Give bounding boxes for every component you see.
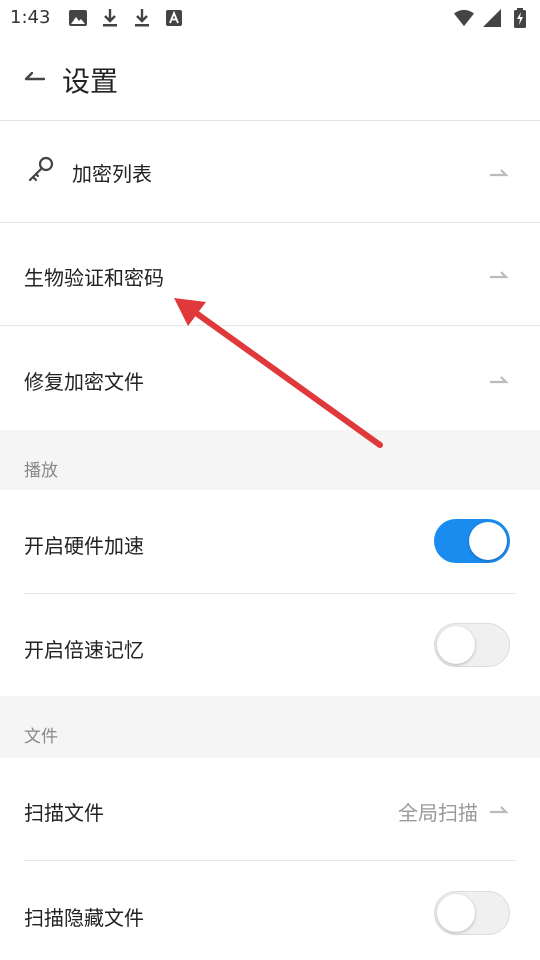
page-title: 设置	[62, 65, 119, 98]
back-arrow-icon	[24, 71, 46, 81]
list-item-hardware-acceleration[interactable]: 开启硬件加速	[0, 490, 540, 593]
system-icons	[454, 8, 530, 28]
app-bar: 设置	[0, 36, 540, 121]
section-title: 文件	[24, 727, 58, 747]
download-icon	[132, 8, 152, 28]
section-title: 播放	[24, 461, 58, 481]
row-label: 生物验证和密码	[24, 266, 164, 290]
files-group: 扫描文件 全局扫描 扫描隐藏文件	[0, 758, 540, 960]
chevron-right-icon	[488, 372, 510, 386]
toggle-knob	[469, 522, 507, 560]
font-icon	[164, 8, 184, 28]
section-header-playback: 播放	[0, 430, 540, 490]
status-bar: 1:43	[0, 0, 540, 36]
section-header-files: 文件	[0, 696, 540, 758]
list-item-encryption-list[interactable]: 加密列表	[0, 121, 540, 223]
back-button[interactable]	[20, 64, 50, 94]
list-item-speed-memory[interactable]: 开启倍速记忆	[0, 594, 540, 696]
hardware-acceleration-toggle[interactable]	[434, 519, 510, 563]
download-icon	[100, 8, 120, 28]
signal-icon	[482, 8, 502, 28]
row-label: 修复加密文件	[24, 370, 144, 394]
scan-mode-value: 全局扫描	[398, 801, 478, 825]
list-item-repair-encrypted[interactable]: 修复加密文件	[0, 326, 540, 430]
notification-icons	[68, 8, 184, 28]
row-label: 开启倍速记忆	[24, 638, 144, 662]
playback-group: 开启硬件加速 开启倍速记忆	[0, 490, 540, 696]
list-item-scan-hidden-files[interactable]: 扫描隐藏文件	[0, 861, 540, 960]
wifi-icon	[454, 8, 474, 28]
status-time: 1:43	[10, 7, 51, 28]
row-label: 扫描文件	[24, 801, 104, 825]
row-label: 加密列表	[72, 162, 152, 186]
speed-memory-toggle[interactable]	[434, 623, 510, 667]
chevron-right-icon	[488, 802, 510, 816]
image-icon	[68, 8, 88, 28]
toggle-knob	[437, 626, 475, 664]
chevron-right-icon	[488, 267, 510, 281]
key-icon	[26, 155, 56, 185]
row-label: 开启硬件加速	[24, 534, 144, 558]
chevron-right-icon	[488, 165, 510, 179]
battery-icon	[510, 8, 530, 28]
list-item-scan-files[interactable]: 扫描文件 全局扫描	[0, 758, 540, 860]
scan-hidden-files-toggle[interactable]	[434, 891, 510, 935]
row-label: 扫描隐藏文件	[24, 906, 144, 930]
list-item-biometric-password[interactable]: 生物验证和密码	[0, 223, 540, 326]
toggle-knob	[437, 894, 475, 932]
